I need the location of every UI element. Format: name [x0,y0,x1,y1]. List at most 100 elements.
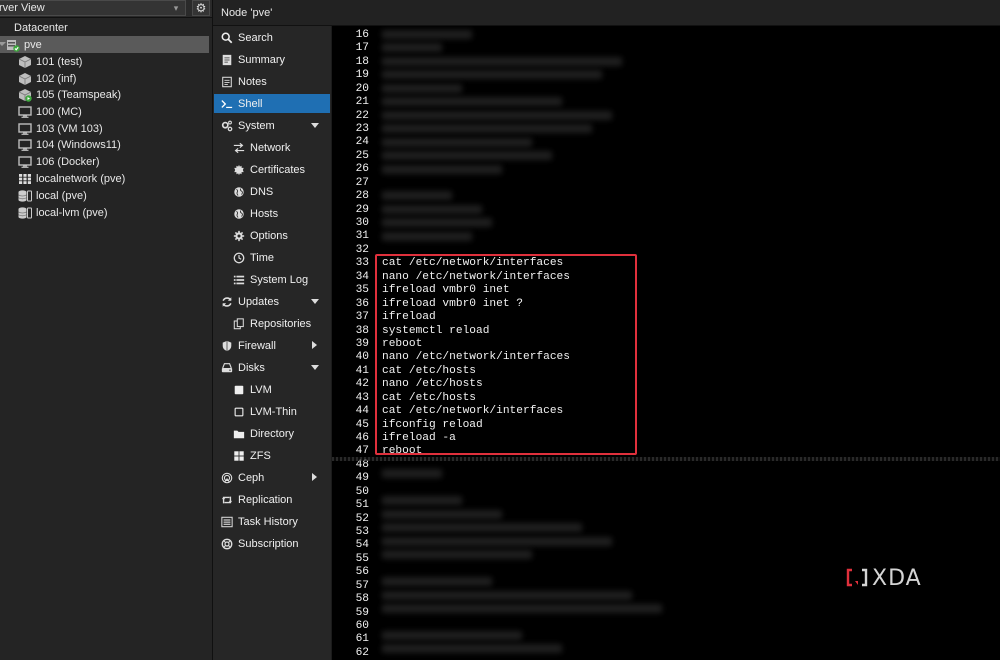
terminal-divider [332,457,1000,461]
menu-item-subscription[interactable]: Subscription [214,534,330,553]
tree-item[interactable]: pve [0,36,209,53]
line-number: 54 [355,539,369,552]
container-icon [18,55,32,69]
line-number: 23 [355,123,369,135]
cogs-icon [221,120,233,132]
xda-logo-icon [846,568,868,587]
menu-item-lvm-thin[interactable]: LVM-Thin [214,402,330,421]
line-number: 17 [355,42,369,55]
line-number: 18 [355,55,369,68]
terminal-line: 20 [332,83,382,96]
tree-item-label: 106 (Docker) [36,155,100,168]
tree-item-label: 104 (Windows11) [36,138,121,151]
line-number: 16 [355,29,369,41]
terminal-line: 21 [332,96,382,109]
menu-item-replication[interactable]: Replication [214,490,330,509]
tree-item[interactable]: localnetwork (pve) [0,170,212,187]
line-number: 53 [355,525,369,538]
menu-item-summary[interactable]: Summary [214,50,330,69]
menu-item-search[interactable]: Search [214,28,330,47]
menu-item-label: LVM [250,383,272,396]
redacted-text [382,550,532,559]
line-number: 22 [355,109,369,122]
tree-item[interactable]: local (pve) [0,187,212,204]
line-number: 40 [355,351,369,364]
line-number: 19 [355,69,369,82]
menu-item-system[interactable]: System [214,116,330,135]
menu-item-label: Notes [238,75,267,88]
tree-item[interactable]: 105 (Teamspeak) [0,86,212,103]
menu-item-time[interactable]: Time [214,248,330,267]
menu-item-dns[interactable]: DNS [214,182,330,201]
menu-item-notes[interactable]: Notes [214,72,330,91]
gear-icon[interactable]: ⚙ [192,0,210,16]
redacted-text [382,124,592,133]
line-number: 21 [355,96,369,109]
tree-item[interactable]: 103 (VM 103) [0,120,212,137]
tree-item[interactable]: 104 (Windows11) [0,136,212,153]
redacted-text [382,97,562,106]
tree-item[interactable]: 106 (Docker) [0,153,212,170]
line-number: 43 [355,391,369,404]
tree-item-label: local-lvm (pve) [36,206,108,219]
menu-item-directory[interactable]: Directory [214,424,330,443]
menu-item-label: System Log [250,273,309,286]
line-number: 57 [355,579,369,592]
menu-item-task-history[interactable]: Task History [214,512,330,531]
menu-item-shell[interactable]: Shell [214,94,330,113]
tree-item-label: 105 (Teamspeak) [36,88,121,101]
tree-item[interactable]: local-lvm (pve) [0,204,212,221]
menu-item-updates[interactable]: Updates [214,292,330,311]
view-selector[interactable]: rver View ▾ [0,0,186,16]
menu-item-ceph[interactable]: Ceph [214,468,330,487]
expand-arrow-icon[interactable] [311,299,319,304]
line-number: 45 [355,418,369,431]
terminal-line: 18 [332,56,382,69]
line-number: 35 [355,284,369,297]
line-number: 46 [355,431,369,444]
menu-item-network[interactable]: Network [214,138,330,157]
expand-arrow-icon[interactable] [311,365,319,370]
menu-item-label: Certificates [250,163,306,176]
redacted-text [382,469,442,478]
view-selector-label: rver View [0,2,45,14]
menu-item-disks[interactable]: Disks [214,358,330,377]
menu-item-label: Repositories [250,317,312,330]
line-number: 58 [355,593,369,606]
tree-item[interactable]: 100 (MC) [0,103,212,120]
menu-item-hosts[interactable]: Hosts [214,204,330,223]
line-number: 49 [355,472,369,485]
node-online-icon [6,38,20,52]
certificate-icon [233,164,245,176]
vm-monitor-icon [18,105,32,119]
line-number: 34 [355,270,369,283]
globe-icon [233,208,245,220]
menu-item-system-log[interactable]: System Log [214,270,330,289]
node-menu: Search Summary Notes Shell System Network Cert… [213,26,331,660]
redacted-text [382,205,482,214]
line-number: 56 [355,566,369,579]
menu-item-label: Summary [238,53,286,66]
menu-item-lvm[interactable]: LVM [214,380,330,399]
redacted-text [382,151,552,160]
expand-arrow-icon[interactable] [311,123,319,128]
menu-item-zfs[interactable]: ZFS [214,446,330,465]
line-number: 28 [355,190,369,203]
collapsed-arrow-icon[interactable] [312,473,317,481]
menu-item-certificates[interactable]: Certificates [214,160,330,179]
menu-item-firewall[interactable]: Firewall [214,336,330,355]
terminal-line: 51 [332,499,382,512]
redacted-text [382,496,462,505]
tree-item[interactable]: 102 (inf) [0,70,212,87]
menu-item-label: Network [250,141,291,154]
menu-item-label: Directory [250,427,295,440]
line-number: 32 [355,243,369,256]
tree-item[interactable]: Datacenter [0,19,212,36]
clock-icon [233,252,245,264]
tree-item[interactable]: 101 (test) [0,53,212,70]
menu-item-options[interactable]: Options [214,226,330,245]
line-number: 44 [355,405,369,417]
collapsed-arrow-icon[interactable] [312,341,317,349]
menu-item-repositories[interactable]: Repositories [214,314,330,333]
redacted-text [382,510,502,519]
